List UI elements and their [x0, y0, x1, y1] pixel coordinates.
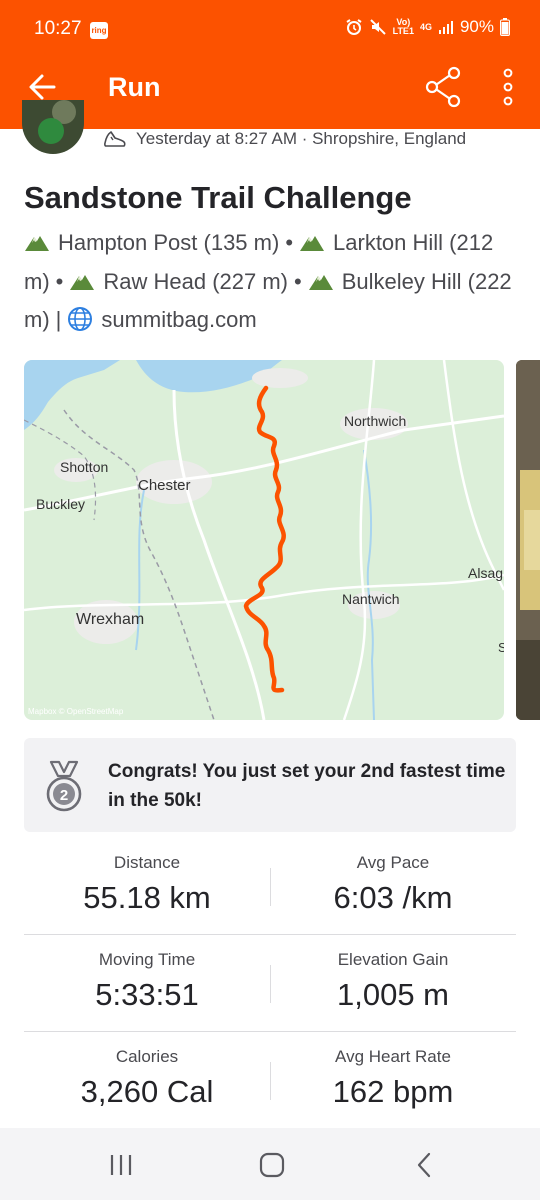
map-label-buckley: Buckley	[36, 496, 85, 512]
medal-rank: 2	[60, 787, 68, 804]
medal-icon: 2	[46, 760, 82, 812]
stat-elevation-gain: Elevation Gain 1,005 m	[270, 935, 516, 1013]
activity-date-location: Yesterday at 8:27 AM · Shropshire, Engla…	[136, 129, 467, 148]
summitbag-link[interactable]: summitbag.com	[101, 307, 256, 332]
mountain-icon	[308, 274, 333, 290]
achievement-card[interactable]: 2 Congrats! You just set your 2nd fastes…	[24, 738, 516, 832]
stat-label: Avg Heart Rate	[335, 1047, 451, 1066]
recents-button[interactable]	[101, 1150, 141, 1180]
summit-name: Hampton Post (135 m)	[58, 230, 280, 255]
stat-label: Calories	[115, 1047, 179, 1066]
mountain-icon	[25, 236, 49, 251]
stat-value: 1,005 m	[336, 977, 449, 1012]
stats-grid: Distance 55.18 km Avg Pace 6:03 /km Movi…	[24, 838, 516, 1129]
battery-icon	[500, 18, 510, 36]
urban-area	[252, 368, 308, 388]
network-indicator: Vo) LTE1	[392, 17, 414, 36]
stat-label: Distance	[113, 853, 181, 872]
summit-name: Raw Head (227 m)	[103, 268, 288, 294]
stats-row: Calories 3,260 Cal Avg Heart Rate 162 bp…	[24, 1032, 516, 1129]
activity-title: Sandstone Trail Challenge	[24, 180, 412, 215]
back-icon	[417, 1152, 431, 1178]
signal-type: 4G	[419, 21, 432, 32]
stat-distance: Distance 55.18 km	[24, 838, 270, 916]
running-shoe-icon	[104, 131, 126, 147]
map-label-chester: Chester	[138, 477, 191, 494]
battery-percent: 90%	[459, 17, 494, 36]
route-map[interactable]: Northwich Shotton Chester Buckley Alsag …	[24, 360, 504, 720]
stat-moving-time: Moving Time 5:33:51	[24, 935, 270, 1013]
more-vert-icon	[503, 68, 513, 106]
stat-value: 55.18 km	[83, 880, 211, 915]
map-label-wrexham: Wrexham	[76, 611, 144, 628]
activity-photo-thumbnail[interactable]	[516, 360, 540, 720]
stat-value: 3,260 Cal	[80, 1074, 214, 1109]
status-time: 10:27	[34, 18, 82, 39]
globe-icon	[68, 307, 93, 331]
system-nav-bar	[0, 1128, 540, 1200]
stats-row: Moving Time 5:33:51 Elevation Gain 1,005…	[24, 935, 516, 1032]
mountain-icon	[70, 274, 95, 290]
stat-label: Moving Time	[98, 950, 196, 969]
map-label-northwich: Northwich	[344, 413, 406, 429]
signal-icon	[438, 21, 453, 34]
alarm-icon	[346, 19, 362, 35]
activity-meta: Yesterday at 8:27 AM · Shropshire, Engla…	[102, 128, 466, 150]
stat-value: 5:33:51	[95, 977, 199, 1012]
map-attribution: Mapbox © OpenStreetMap	[28, 707, 124, 716]
stat-avg-heart-rate: Avg Heart Rate 162 bpm	[270, 1032, 516, 1110]
stat-value: 162 bpm	[332, 1074, 454, 1109]
system-back-button[interactable]	[404, 1150, 444, 1180]
home-button[interactable]	[252, 1150, 292, 1180]
map-canvas: Northwich Shotton Chester Buckley Alsag …	[24, 360, 504, 720]
map-label-nantwich: Nantwich	[342, 591, 400, 607]
stat-label: Elevation Gain	[337, 950, 449, 969]
avatar[interactable]	[22, 100, 84, 154]
mountain-icon	[300, 236, 325, 251]
ring-notification-icon: ring	[90, 22, 108, 39]
stat-label: Avg Pace	[356, 853, 430, 872]
stats-row: Distance 55.18 km Avg Pace 6:03 /km	[24, 838, 516, 935]
map-label-shotton: Shotton	[60, 459, 108, 475]
achievement-text: Congrats! You just set your 2nd fastest …	[108, 761, 506, 811]
map-label-edge: S	[498, 640, 504, 655]
share-icon	[425, 66, 461, 108]
photo-image	[516, 360, 540, 720]
status-icons: Vo) LTE1 4G 90%	[345, 17, 510, 37]
stat-value: 6:03 /km	[333, 880, 453, 915]
map-label-alsager: Alsag	[468, 565, 503, 581]
activity-description: Hampton Post (135 m) • Larkton Hill (212 m…	[24, 230, 512, 332]
status-bar: 10:27 ring Vo) LTE1 4G 90%	[0, 0, 540, 45]
mute-icon	[369, 19, 386, 35]
stat-avg-pace: Avg Pace 6:03 /km	[270, 838, 516, 916]
more-options-button[interactable]	[496, 65, 520, 109]
recents-icon	[110, 1155, 132, 1175]
share-button[interactable]	[423, 65, 465, 109]
stat-calories: Calories 3,260 Cal	[24, 1032, 270, 1110]
page-title: Run	[108, 72, 161, 102]
home-icon	[259, 1152, 285, 1178]
